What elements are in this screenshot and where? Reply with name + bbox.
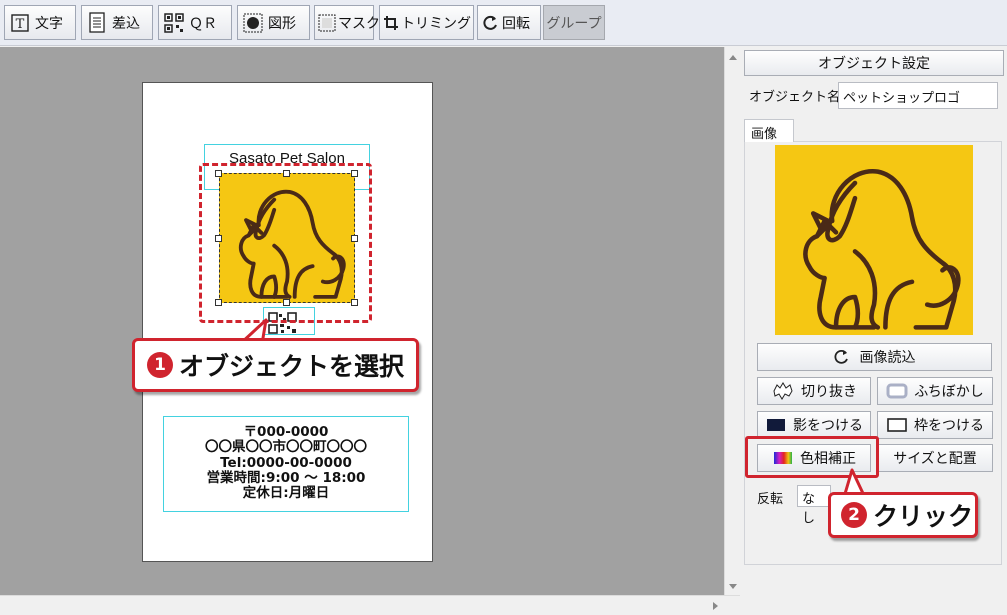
text-tool-button[interactable]: T 文字 (4, 5, 76, 40)
tab-image[interactable]: 画像 (744, 119, 794, 142)
size-position-button[interactable]: サイズと配置 (877, 444, 993, 472)
address-line: 〒000-0000 (243, 424, 329, 440)
cutout-icon (773, 382, 793, 400)
group-tool-label: グループ (546, 15, 602, 32)
scroll-up-icon[interactable] (728, 53, 738, 61)
object-name-input[interactable]: ペットショップロゴ (838, 82, 998, 109)
blur-edge-button[interactable]: ふちぼかし (877, 377, 993, 405)
text-icon: T (9, 12, 31, 34)
crop-icon (383, 12, 399, 34)
mask-tool-button[interactable]: マスク (314, 5, 380, 40)
text-tool-label: 文字 (35, 15, 63, 32)
callout-click: 2 クリック (828, 492, 978, 538)
frame-label: 枠をつける (914, 418, 984, 434)
image-preview (775, 145, 973, 335)
selection-highlight (199, 163, 372, 323)
shadow-icon (767, 419, 785, 431)
reload-icon (834, 349, 848, 364)
mask-icon (318, 12, 336, 34)
rotate-tool-label: 回転 (502, 15, 530, 32)
mask-tool-label: マスク (338, 15, 380, 32)
document-icon (86, 11, 108, 34)
trim-tool-label: トリミング (401, 15, 471, 32)
address-text-box[interactable]: 〒000-0000 〇〇県〇〇市〇〇町〇〇〇 Tel:0000-00-0000 … (163, 416, 409, 512)
shape-tool-label: 図形 (268, 15, 296, 32)
frame-button[interactable]: 枠をつける (877, 411, 993, 439)
callout-select-object: 1 オブジェクトを選択 (132, 338, 419, 392)
insert-tool-label: 差込 (112, 15, 140, 32)
step-number-badge: 2 (841, 502, 867, 528)
scroll-down-icon[interactable] (728, 583, 738, 591)
horizontal-scrollbar[interactable] (0, 595, 740, 615)
load-image-label: 画像読込 (859, 350, 916, 366)
scroll-right-icon[interactable] (712, 601, 720, 611)
address-line: 定休日:月曜日 (242, 485, 330, 502)
insert-tool-button[interactable]: 差込 (81, 5, 153, 40)
shape-tool-button[interactable]: 図形 (237, 5, 310, 40)
address-line: 〇〇県〇〇市〇〇町〇〇〇 (205, 439, 367, 456)
size-position-label: サイズと配置 (893, 451, 977, 467)
cutout-label: 切り抜き (801, 384, 857, 400)
load-image-button[interactable]: 画像読込 (757, 343, 992, 371)
shape-icon (242, 12, 264, 34)
object-name-label: オブジェクト名 (749, 90, 841, 105)
group-tool-button[interactable]: グループ (543, 5, 605, 40)
callout-text: オブジェクトを選択 (179, 352, 405, 381)
blur-edge-icon (886, 383, 908, 399)
trim-tool-button[interactable]: トリミング (379, 5, 474, 40)
address-line: Tel:0000-00-0000 (220, 454, 352, 471)
callout-text: クリック (873, 502, 974, 531)
frame-icon (887, 418, 907, 432)
cutout-button[interactable]: 切り抜き (757, 377, 871, 405)
flip-label: 反転 (757, 492, 784, 507)
qr-tool-label: ＱＲ (189, 15, 217, 32)
vertical-scrollbar[interactable] (724, 47, 740, 595)
rotate-tool-button[interactable]: 回転 (477, 5, 541, 40)
shadow-label: 影をつける (793, 418, 863, 434)
qr-tool-button[interactable]: ＱＲ (158, 5, 232, 40)
svg-text:T: T (16, 17, 25, 32)
rotate-icon (481, 12, 499, 34)
pet-logo-preview-icon (803, 169, 961, 330)
object-settings-header: オブジェクト設定 (744, 50, 1004, 76)
step-number-badge: 1 (147, 352, 173, 378)
panel-header-label: オブジェクト設定 (818, 56, 930, 72)
blur-edge-label: ふちぼかし (914, 384, 984, 400)
flip-select[interactable]: なし (797, 485, 831, 526)
qr-icon (163, 12, 185, 34)
address-line: 営業時間:9:00 〜 18:00 (206, 469, 366, 486)
toolbar: T 文字 差込 ＱＲ 図形 マスク トリミング 回転 グループ (0, 0, 1007, 46)
shadow-button[interactable]: 影をつける (757, 411, 871, 439)
